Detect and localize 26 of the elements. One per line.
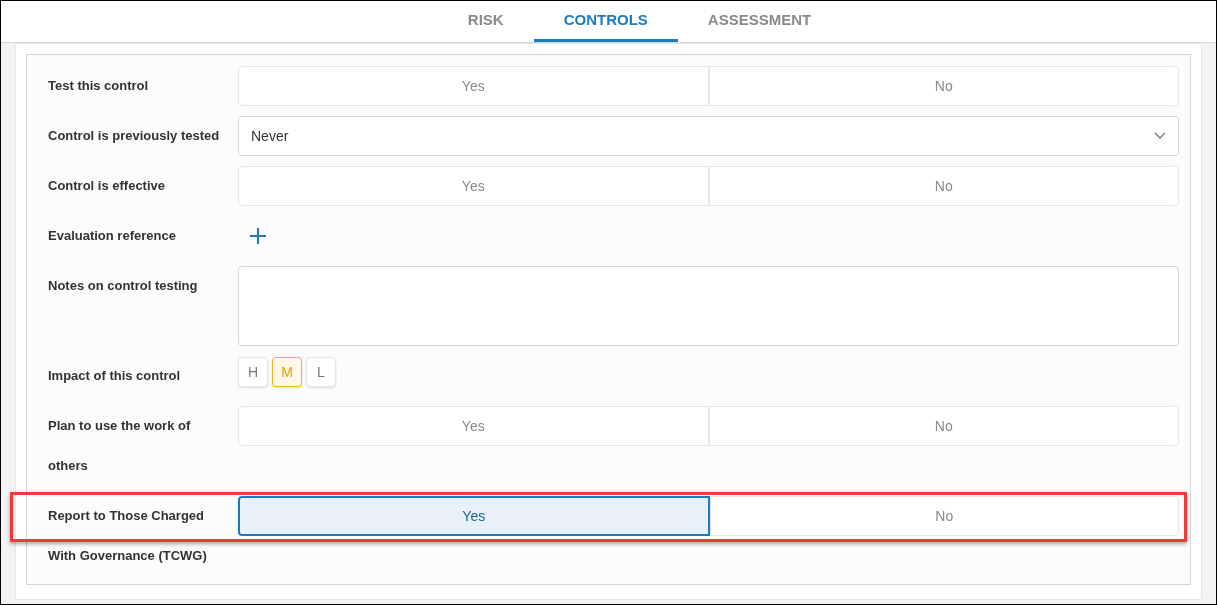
- option-button[interactable]: No: [709, 496, 1179, 536]
- field-label: Report to Those Charged With Governance (TCWG): [48, 507, 208, 565]
- plus-icon: [249, 227, 267, 245]
- chevron-down-icon: [1154, 132, 1166, 140]
- select-field[interactable]: Never: [238, 116, 1179, 156]
- level-button[interactable]: H: [238, 357, 268, 387]
- option-button[interactable]: Yes: [238, 406, 709, 446]
- field-label: Test this control: [48, 77, 150, 95]
- add-button[interactable]: [248, 226, 268, 246]
- level-button[interactable]: L: [306, 357, 336, 387]
- option-button[interactable]: Yes: [238, 66, 709, 106]
- option-button[interactable]: Yes: [238, 496, 710, 536]
- option-button[interactable]: No: [708, 406, 1179, 446]
- level-button[interactable]: M: [272, 357, 302, 387]
- option-button[interactable]: Yes: [238, 166, 709, 206]
- field-label: Notes on control testing: [48, 277, 199, 295]
- field-label: Evaluation reference: [48, 227, 177, 245]
- field-label: Control is previously tested: [48, 127, 221, 145]
- field-label: Control is effective: [48, 177, 167, 195]
- field-label: Plan to use the work of others: [48, 417, 192, 475]
- tab[interactable]: RISK: [437, 1, 534, 42]
- option-button[interactable]: No: [708, 166, 1179, 206]
- option-button[interactable]: No: [708, 66, 1179, 106]
- field-label: Impact of this control: [48, 367, 182, 385]
- tab[interactable]: ASSESSMENT: [677, 1, 842, 42]
- notes-field[interactable]: [238, 266, 1179, 346]
